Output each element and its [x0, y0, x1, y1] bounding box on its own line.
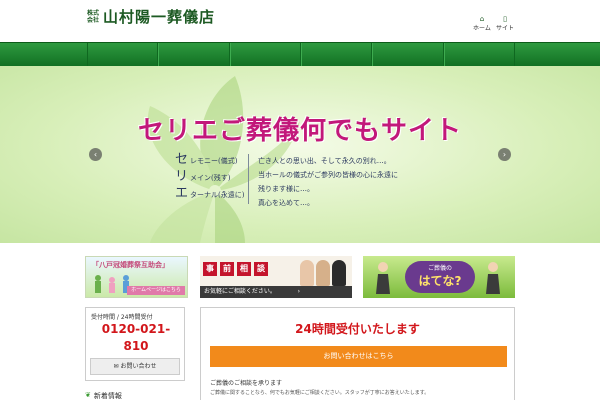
hero-acronym-item: リメイン(残す) — [175, 169, 244, 186]
hero-desc-line: 残ります様に…。 — [258, 185, 314, 193]
site-logo[interactable]: 株式 会社 山村陽一葬儀店 — [87, 6, 215, 27]
consultation-caption-text: お気軽にご相談ください。 — [204, 288, 276, 295]
consultation-title: 事 前 相 談 — [203, 262, 268, 276]
contact-box: 受付時間 / 24時間受付 0120-021-810 ✉ お問い合わせ — [85, 307, 185, 381]
sitemap-link[interactable]: ▯ サイト — [496, 15, 514, 33]
main-paragraph-heading: ご葬儀のご相談を承ります — [210, 380, 283, 387]
customer-photo — [316, 260, 330, 286]
consultation-banner[interactable]: 事 前 相 談 お気軽にご相談ください。 › — [200, 256, 352, 298]
logo-name: 山村陽一葬儀店 — [103, 8, 216, 26]
consultation-title-char: 前 — [220, 262, 234, 276]
sitemap-icon: ▯ — [503, 15, 507, 23]
staff-photo — [332, 260, 346, 286]
funeral-faq-bubble: ご葬儀の はてな? — [405, 261, 475, 293]
consultation-banner-caption: お気軽にご相談ください。 › — [200, 286, 352, 298]
hero-acronym-item: セレモニー(儀式) — [175, 152, 244, 169]
nav-item-6[interactable] — [443, 43, 515, 67]
chevron-right-icon: › — [297, 288, 300, 295]
main-title: 24時間受付いたします — [295, 322, 420, 336]
hero-acronym-head: エ — [175, 186, 189, 201]
news-heading-label: 新着情報 — [93, 392, 122, 400]
monk-figure-icon — [376, 262, 390, 294]
hero-divider — [248, 154, 249, 204]
hero-acronym-list: セレモニー(儀式) リメイン(残す) エターナル(永遠に) — [175, 152, 244, 203]
consultation-title-char: 談 — [254, 262, 268, 276]
hero-desc-line: 当ホールの儀式がご参列の皆様の心に永遠に — [258, 171, 398, 179]
site-header: 株式 会社 山村陽一葬儀店 ⌂ ホーム ▯ サイト — [0, 0, 600, 42]
staff-photo — [300, 260, 314, 286]
hero-desc-line: 真心を込めて…。 — [258, 199, 314, 207]
hero-acronym-text: レモニー(儀式) — [190, 157, 238, 165]
mutual-aid-banner[interactable]: 「八戸冠婚葬祭互助会」 ホームページはこちら — [85, 256, 188, 298]
nav-item-5[interactable] — [372, 43, 444, 67]
main-content: 24時間受付いたします お問い合わせはこちら ご葬儀のご相談を承ります ご葬儀に… — [200, 307, 515, 400]
monk-figure-icon — [486, 262, 500, 294]
funeral-faq-subtitle: ご葬儀の — [427, 265, 452, 272]
slider-prev-button[interactable]: ‹ — [89, 148, 102, 161]
nav-item-1[interactable] — [87, 43, 159, 67]
chevron-left-icon: ‹ — [93, 150, 98, 159]
home-link[interactable]: ⌂ ホーム — [473, 15, 491, 33]
home-icon: ⌂ — [479, 15, 485, 23]
global-nav — [0, 42, 600, 67]
hero-acronym-text: メイン(残す) — [190, 174, 231, 182]
consultation-title-char: 相 — [237, 262, 251, 276]
chevron-right-icon: › — [502, 150, 507, 159]
hero-desc-line: 亡き人との思い出、そして永久の別れ…。 — [258, 157, 391, 165]
leaf-icon: ❦ — [85, 391, 91, 399]
phone-number[interactable]: 0120-021-810 — [91, 321, 181, 355]
logo-small-top: 株式 — [87, 9, 100, 17]
home-link-label: ホーム — [473, 25, 491, 32]
mutual-aid-banner-title: 「八戸冠婚葬祭互助会」 — [92, 261, 169, 269]
nav-item-2[interactable] — [158, 43, 230, 67]
funeral-faq-title: はてな? — [418, 274, 462, 288]
logo-small-bottom: 会社 — [87, 16, 100, 24]
hero-description: 亡き人との思い出、そして永久の別れ…。 当ホールの儀式がご参列の皆様の心に永遠に… — [258, 154, 398, 210]
mutual-aid-banner-link: ホームページはこちら — [127, 286, 185, 295]
hero-title: セリエご葬儀何でもサイト — [137, 116, 462, 146]
nav-item-3[interactable] — [229, 43, 301, 67]
nav-item-4[interactable] — [300, 43, 373, 67]
inquiry-button[interactable]: お問い合わせはこちら — [210, 346, 507, 367]
sitemap-link-label: サイト — [496, 25, 515, 32]
hero-slider: セリエご葬儀何でもサイト セレモニー(儀式) リメイン(残す) エターナル(永遠… — [0, 66, 600, 243]
contact-button[interactable]: ✉ お問い合わせ — [90, 358, 180, 375]
hero-acronym-item: エターナル(永遠に) — [175, 186, 244, 203]
slider-next-button[interactable]: › — [498, 148, 511, 161]
main-paragraph: ご葬儀に関することなら、何でもお気軽にご相談ください。スタッフが丁寧にお答えいた… — [210, 390, 430, 396]
hero-acronym-head: セ — [175, 152, 189, 167]
contact-heading: 受付時間 / 24時間受付 — [91, 314, 153, 321]
funeral-faq-banner[interactable]: ご葬儀の はてな? — [363, 256, 515, 298]
logo-company-type: 株式 会社 — [87, 10, 99, 24]
hero-acronym-head: リ — [175, 169, 189, 184]
news-heading: ❦ 新着情報 — [85, 391, 122, 400]
consultation-title-char: 事 — [203, 262, 217, 276]
hero-acronym-text: ターナル(永遠に) — [190, 191, 245, 199]
